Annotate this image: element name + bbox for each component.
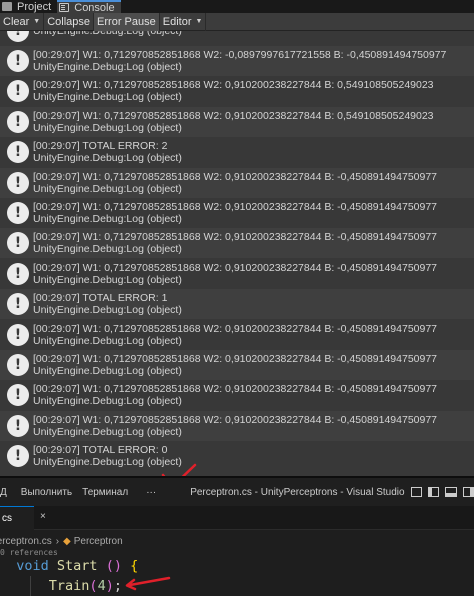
log-message: [00:29:07] W1: 0,712970852851868 W2: 0,9… <box>33 413 438 426</box>
console-toolbar: Clear ▼ Collapse Error Pause Editor ▼ <box>0 12 474 31</box>
log-entry[interactable]: ! [00:29:07] TOTAL ERROR: 2 UnityEngine.De… <box>0 137 474 167</box>
menu-more[interactable]: ··· <box>146 487 156 498</box>
log-source: UnityEngine.Debug:Log (object) <box>33 213 182 225</box>
breadcrumb-file[interactable]: Perceptron.cs <box>0 536 52 547</box>
log-source: UnityEngine.Debug:Log (object) <box>33 334 182 347</box>
tab-project[interactable]: Project <box>0 0 57 13</box>
info-icon: ! <box>7 31 29 42</box>
breadcrumb-separator: › <box>55 535 60 547</box>
info-icon: ! <box>7 232 29 255</box>
info-icon: ! <box>7 171 29 194</box>
log-source: UnityEngine.Debug:Log (object) <box>33 91 182 104</box>
log-source: UnityEngine.Debug:Log (object) <box>33 395 182 408</box>
console-icon <box>59 3 70 12</box>
log-entry[interactable]: ! [00:29:07] W1: 0,712970852851868 W2: 0,… <box>0 259 474 289</box>
class-icon: ◆ <box>63 535 71 547</box>
info-icon: ! <box>7 323 29 346</box>
console-log-list[interactable]: ! UnityEngine.Debug:Log (object) ! [00:29… <box>0 31 474 476</box>
log-entry[interactable]: ! [00:29:07] W1: 0,712970852851868 W2: 0,… <box>0 228 474 259</box>
log-message: [00:29:07] W1: 0,712970852851868 W2: -0,… <box>33 49 447 61</box>
info-icon: ! <box>7 262 29 285</box>
toggle-sidebar-icon[interactable] <box>427 487 440 497</box>
clear-button[interactable]: Clear ▼ <box>0 12 45 31</box>
log-source: UnityEngine.Debug:Log (object) <box>33 121 182 134</box>
breadcrumb: Perceptron.cs › ◆ Perceptron <box>0 532 474 550</box>
tab-perceptron-cs[interactable]: cs <box>0 506 34 530</box>
log-source: UnityEngine.Debug:Log (object) <box>33 152 182 165</box>
log-entry[interactable]: ! [00:29:07] W1: 0,712970852851868 W2: -0… <box>0 46 474 76</box>
info-icon: ! <box>7 354 29 376</box>
info-icon: ! <box>7 384 29 407</box>
log-source: UnityEngine.Debug:Log (object) <box>33 182 182 195</box>
log-message: [00:29:07] W1: 0,712970852851868 W2: 0,9… <box>33 353 438 365</box>
toggle-panel-icon[interactable] <box>445 487 457 497</box>
log-message: [00:29:07] TOTAL ERROR: 2 <box>33 140 168 153</box>
toggle-secondary-sidebar-icon[interactable] <box>462 487 474 497</box>
log-entry-partial[interactable]: ! UnityEngine.Debug:Log (object) <box>0 31 474 46</box>
error-pause-toggle[interactable]: Error Pause <box>94 12 160 31</box>
log-entry[interactable]: ! [00:29:07] W1: 0,712970852851868 W2: 0,… <box>0 106 474 137</box>
log-entry[interactable]: ! [00:29:07] W1: 0,712970852851868 W2: 0,… <box>0 320 474 350</box>
tab-label: cs <box>2 513 12 524</box>
menu-edit-fragment[interactable]: Д <box>0 487 7 498</box>
menu-run[interactable]: Выполнить <box>21 487 72 498</box>
arrow-annotation <box>125 576 171 591</box>
info-icon: ! <box>7 293 29 316</box>
log-entry[interactable]: ! [00:29:07] W1: 0,712970852851868 W2: 0,… <box>0 76 474 106</box>
folder-icon <box>2 2 12 11</box>
log-entry[interactable]: ! [00:29:07] TOTAL ERROR: 1 UnityEngine.De… <box>0 289 474 320</box>
info-icon: ! <box>7 141 29 164</box>
log-message: [00:29:07] W1: 0,712970852851868 W2: 0,9… <box>33 79 434 92</box>
info-icon: ! <box>7 50 29 72</box>
log-message: [00:29:07] W1: 0,712970852851868 W2: 0,9… <box>33 383 438 396</box>
info-icon: ! <box>7 202 29 224</box>
copilot-icon[interactable] <box>410 487 422 497</box>
info-icon: ! <box>7 414 29 437</box>
tab-console[interactable]: Console <box>57 0 121 14</box>
log-message: [00:29:07] TOTAL ERROR: 1 <box>33 292 168 305</box>
collapse-toggle[interactable]: Collapse <box>44 12 95 31</box>
tab-project-label: Project <box>17 0 52 13</box>
log-message: [00:29:07] W1: 0,712970852851868 W2: 0,9… <box>33 201 438 213</box>
log-message: [00:29:07] W1: 0,712970852851868 W2: 0,9… <box>33 109 434 122</box>
log-entry[interactable]: ! [00:29:07] W1: 0,712970852851868 W2: 0,… <box>0 380 474 410</box>
code-editor[interactable]: void Start () { Train(4); <box>0 556 138 596</box>
log-entry[interactable]: ! [00:29:07] W1: 0,712970852851868 W2: 0,… <box>0 350 474 380</box>
breadcrumb-class[interactable]: Perceptron <box>74 536 123 547</box>
log-entry[interactable]: ! [00:29:07] W1: 0,712970852851868 W2: 0,… <box>0 167 474 198</box>
log-entry[interactable]: ! [00:29:07] TOTAL ERROR: 0 UnityEngine.De… <box>0 441 474 471</box>
info-icon: ! <box>7 110 29 133</box>
editor-tab-bar: cs × <box>0 506 474 530</box>
log-message: [00:29:07] W1: 0,712970852851868 W2: 0,9… <box>33 322 438 335</box>
log-message: [00:29:07] W1: 0,712970852851868 W2: 0,9… <box>33 231 438 244</box>
code-line-start: void Start () { <box>16 558 139 574</box>
window-title: Perceptron.cs - UnityPerceptrons - Visua… <box>190 486 405 498</box>
log-source: UnityEngine.Debug:Log (object) <box>33 304 182 317</box>
chevron-down-icon: ▼ <box>33 18 41 25</box>
close-icon[interactable]: × <box>40 511 46 522</box>
editor-dropdown[interactable]: Editor ▼ <box>160 12 207 31</box>
log-source: UnityEngine.Debug:Log (object) <box>33 365 182 377</box>
log-entry[interactable]: ! [00:29:07] W1: 0,712970852851868 W2: 0,… <box>0 198 474 228</box>
info-icon: ! <box>7 80 29 103</box>
code-line-train: Train(4); <box>48 578 122 594</box>
log-message: [00:29:07] TOTAL ERROR: 0 <box>33 444 168 457</box>
log-message: [00:29:07] W1: 0,712970852851868 W2: 0,9… <box>33 170 438 183</box>
log-source: UnityEngine.Debug:Log (object) <box>33 243 182 256</box>
log-source: UnityEngine.Debug:Log (object) <box>33 425 182 438</box>
info-icon: ! <box>7 445 29 468</box>
unity-tab-strip: Project Console <box>0 0 474 14</box>
checkmark-annotation <box>161 463 197 476</box>
log-source: UnityEngine.Debug:Log (object) <box>33 61 182 73</box>
menu-terminal[interactable]: Терминал <box>82 487 128 498</box>
log-message: [00:29:07] W1: 0,712970852851868 W2: 0,9… <box>33 261 438 274</box>
chevron-down-icon: ▼ <box>195 18 203 25</box>
log-source: UnityEngine.Debug:Log (object) <box>33 31 182 37</box>
vs-title-bar: Д Выполнить Терминал ··· Perceptron.cs -… <box>0 476 474 506</box>
log-source: UnityEngine.Debug:Log (object) <box>33 273 182 286</box>
log-entry[interactable]: ! [00:29:07] W1: 0,712970852851868 W2: 0,… <box>0 410 474 441</box>
